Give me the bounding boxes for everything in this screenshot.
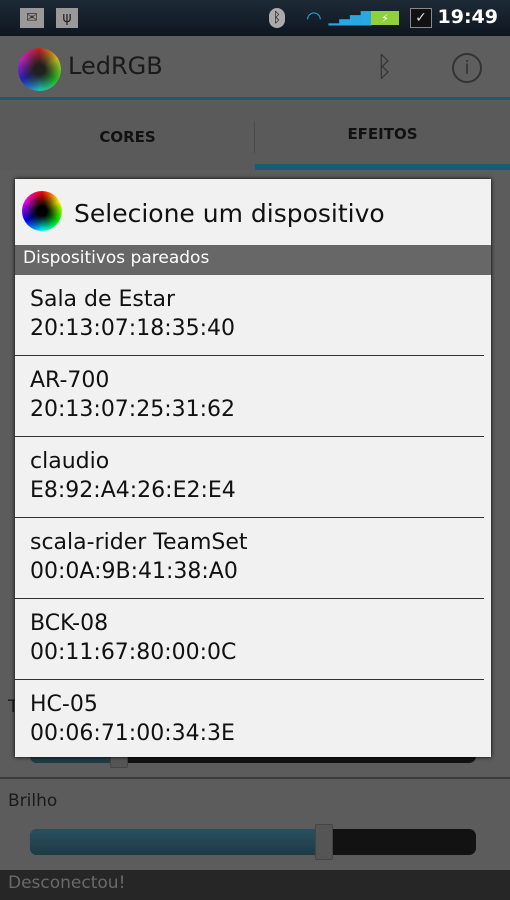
- divider: [0, 777, 510, 779]
- device-address: 00:11:67:80:00:0C: [30, 640, 237, 665]
- device-address: 00:0A:9B:41:38:A0: [30, 559, 238, 584]
- tab-bar: CORES EFEITOS: [0, 103, 510, 170]
- brightness-label: Brilho: [8, 791, 58, 811]
- brightness-slider-thumb[interactable]: [315, 824, 334, 860]
- action-bar: LedRGB ᛒ i: [0, 36, 510, 100]
- tab-cores[interactable]: CORES: [0, 103, 255, 170]
- device-item[interactable]: HC-05 00:06:71:00:34:3E: [15, 680, 484, 761]
- color-wheel-icon: [22, 191, 62, 231]
- device-item[interactable]: claudio E8:92:A4:26:E2:E4: [15, 437, 484, 518]
- dialog-header: Selecione um dispositivo: [15, 179, 491, 245]
- bluetooth-icon: ᛒ: [269, 8, 285, 28]
- status-bar: ✉ ψ ᛒ ◠ ▁▃▅▇ ⚡ ✓ 19:49: [0, 0, 510, 36]
- color-wheel-icon: [18, 48, 61, 91]
- signal-icon: ▁▃▅▇: [328, 10, 372, 26]
- device-address: 00:06:71:00:34:3E: [30, 721, 235, 746]
- toast-message: Desconectou!: [0, 870, 510, 900]
- device-item[interactable]: scala-rider TeamSet 00:0A:9B:41:38:A0: [15, 518, 484, 599]
- device-picker-dialog: Selecione um dispositivo Dispositivos pa…: [15, 179, 491, 757]
- usb-icon: ψ: [56, 8, 78, 28]
- section-header: Dispositivos pareados: [15, 245, 491, 275]
- device-item[interactable]: BCK-08 00:11:67:80:00:0C: [15, 599, 484, 680]
- bluetooth-icon[interactable]: ᛒ: [376, 50, 393, 83]
- clock: 19:49: [437, 6, 498, 28]
- device-name: BCK-08: [30, 611, 109, 636]
- task-icon: ✓: [410, 8, 432, 28]
- device-address: E8:92:A4:26:E2:E4: [30, 478, 236, 503]
- brightness-slider[interactable]: [30, 829, 476, 855]
- wifi-icon: ◠: [306, 7, 322, 29]
- device-item[interactable]: Sala de Estar 20:13:07:18:35:40: [15, 275, 484, 356]
- device-address: 20:13:07:18:35:40: [30, 316, 236, 341]
- device-address: 20:13:07:25:31:62: [30, 397, 236, 422]
- device-name: Sala de Estar: [30, 287, 176, 312]
- dialog-title: Selecione um dispositivo: [74, 199, 385, 228]
- device-name: scala-rider TeamSet: [30, 530, 248, 555]
- tab-efeitos[interactable]: EFEITOS: [255, 103, 510, 170]
- app-title: LedRGB: [68, 52, 163, 80]
- info-icon[interactable]: i: [452, 53, 482, 83]
- device-item[interactable]: AR-700 20:13:07:25:31:62: [15, 356, 484, 437]
- device-name: claudio: [30, 449, 110, 474]
- gmail-icon: ✉: [20, 8, 44, 28]
- device-list: Sala de Estar 20:13:07:18:35:40 AR-700 20:1…: [15, 275, 491, 761]
- device-name: HC-05: [30, 692, 98, 717]
- device-name: AR-700: [30, 368, 110, 393]
- battery-charging-icon: ⚡: [371, 11, 399, 25]
